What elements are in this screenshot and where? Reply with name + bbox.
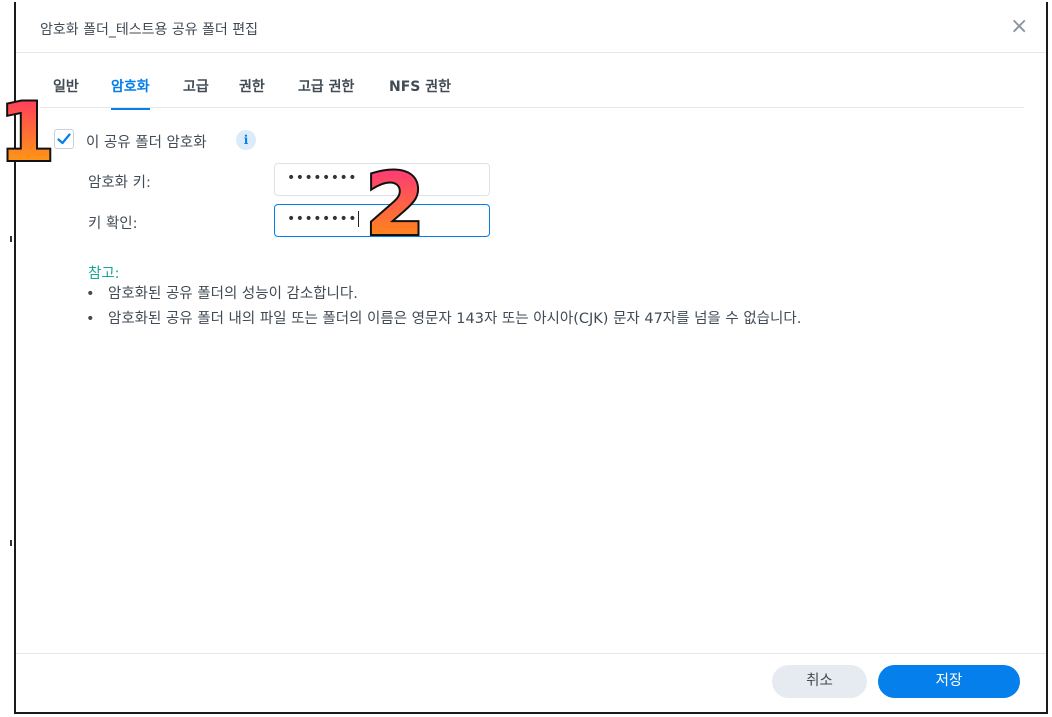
- background-edge-mark: [10, 236, 12, 242]
- step-2-number: 2: [365, 155, 425, 242]
- edit-shared-folder-dialog: 암호화 폴더_테스트용 공유 폴더 편집 × 일반 암호화 고급 권한 고급 권…: [14, 2, 1048, 714]
- background-edge-mark: [10, 540, 12, 546]
- step-1-number: 1: [2, 88, 52, 170]
- text-cursor: [358, 211, 360, 227]
- save-button[interactable]: 저장: [878, 665, 1020, 698]
- note-list: 암호화된 공유 폴더의 성능이 감소합니다. 암호화된 공유 폴더 내의 파일 …: [86, 284, 801, 334]
- step-1-annotation: 1: [2, 88, 52, 170]
- tab-advanced-permissions[interactable]: 고급 권한: [298, 76, 354, 96]
- info-icon[interactable]: i: [236, 130, 256, 150]
- encrypt-checkbox-label[interactable]: 이 공유 폴더 암호화: [86, 131, 207, 152]
- note-title: 참고:: [88, 266, 120, 282]
- tab-bar: 일반 암호화 고급 권한 고급 권한 NFS 권한: [40, 62, 1024, 110]
- dialog-titlebar: 암호화 폴더_테스트용 공유 폴더 편집 ×: [16, 2, 1046, 53]
- encrypt-checkbox[interactable]: [54, 129, 74, 149]
- encryption-key-label: 암호화 키:: [88, 175, 151, 191]
- dialog-title: 암호화 폴더_테스트용 공유 폴더 편집: [40, 22, 258, 38]
- confirm-key-label: 키 확인:: [88, 216, 138, 232]
- check-icon: [57, 133, 71, 145]
- tab-general[interactable]: 일반: [53, 76, 79, 96]
- note-item: 암호화된 공유 폴더 내의 파일 또는 폴더의 이름은 영문자 143자 또는 …: [86, 309, 801, 334]
- step-2-annotation: 2: [363, 154, 427, 242]
- confirm-key-value: ••••••••: [287, 211, 358, 227]
- tab-nfs-permissions[interactable]: NFS 권한: [389, 76, 451, 96]
- encryption-key-value: ••••••••: [287, 170, 358, 186]
- dialog-footer: 취소 저장: [16, 653, 1046, 712]
- tab-encryption[interactable]: 암호화: [111, 76, 150, 110]
- cancel-button[interactable]: 취소: [772, 665, 867, 698]
- tab-permissions[interactable]: 권한: [239, 76, 265, 96]
- tab-advanced[interactable]: 고급: [183, 76, 209, 96]
- close-icon[interactable]: ×: [1010, 16, 1028, 38]
- note-item: 암호화된 공유 폴더의 성능이 감소합니다.: [86, 284, 801, 309]
